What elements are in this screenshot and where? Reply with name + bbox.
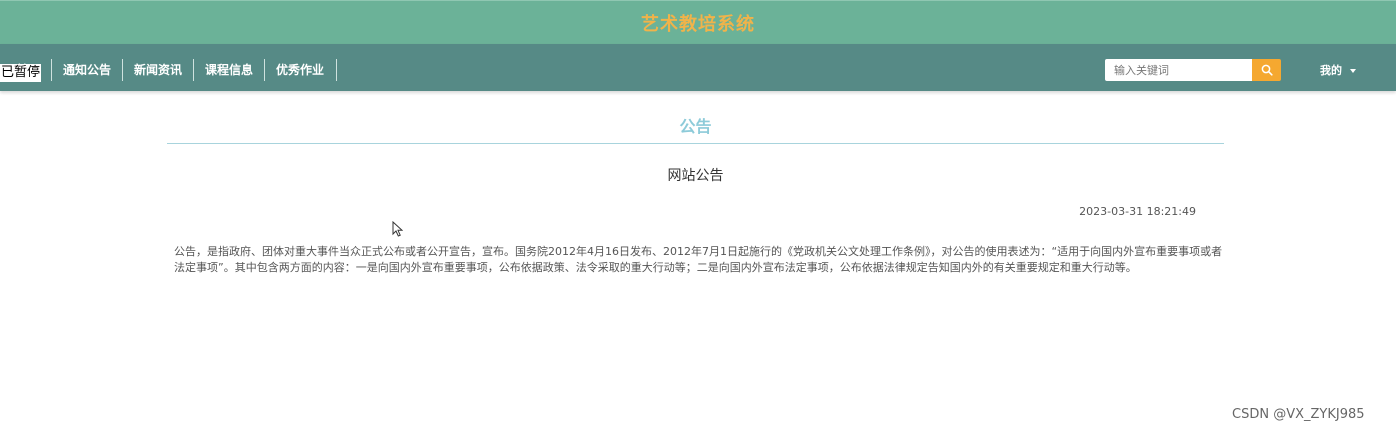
nav-item-excellent-work[interactable]: 优秀作业 xyxy=(274,59,326,81)
nav-divider xyxy=(51,59,52,81)
chevron-down-icon xyxy=(1350,69,1356,73)
nav-divider xyxy=(264,59,265,81)
nav-item-news[interactable]: 新闻资讯 xyxy=(132,59,184,81)
nav-divider xyxy=(336,59,337,81)
article-title: 网站公告 xyxy=(667,168,724,184)
section-divider xyxy=(167,143,1224,144)
site-title: 艺术教培系统 xyxy=(641,13,755,35)
paused-overlay-label: 已暂停 xyxy=(0,64,42,82)
article-date: 2023-03-31 18:21:49 xyxy=(1079,205,1196,218)
search-icon xyxy=(1261,64,1273,76)
user-menu-label: 我的 xyxy=(1320,64,1342,77)
nav-divider xyxy=(193,59,194,81)
article-body: 公告，是指政府、团体对重大事件当众正式公布或者公开宣告，宣布。国务院2012年4… xyxy=(174,245,1223,274)
nav-item-courses[interactable]: 课程信息 xyxy=(203,59,255,81)
mouse-cursor-icon xyxy=(392,221,403,237)
search-button[interactable] xyxy=(1252,59,1281,81)
user-menu[interactable]: 我的 xyxy=(1320,62,1356,80)
section-title: 公告 xyxy=(679,117,712,136)
search-input[interactable] xyxy=(1105,59,1253,81)
watermark: CSDN @VX_ZYKJ985 xyxy=(1232,407,1365,422)
title-bar: 艺术教培系统 xyxy=(0,0,1396,44)
nav-divider xyxy=(122,59,123,81)
nav-item-notices[interactable]: 通知公告 xyxy=(61,59,113,81)
